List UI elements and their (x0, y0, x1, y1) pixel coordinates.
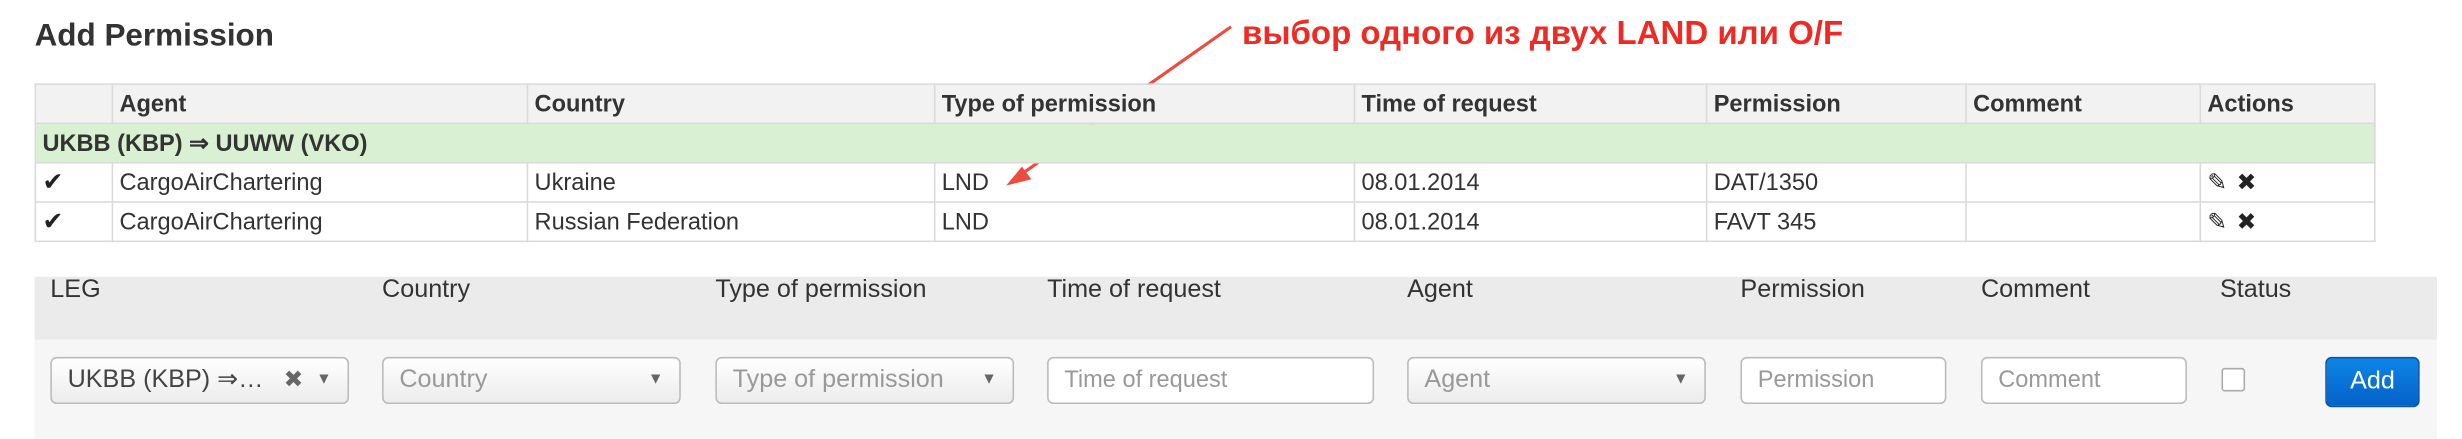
form-header-leg: LEG (50, 276, 101, 304)
table-row: ✔ CargoAirChartering Ukraine LND 08.01.2… (34, 161, 2376, 203)
country-select-placeholder: Country (399, 366, 488, 394)
status-checkbox[interactable] (2221, 367, 2246, 392)
comment-input[interactable]: Comment (1980, 356, 2187, 405)
cell-comment (1965, 161, 2202, 203)
column-header-status (34, 83, 114, 125)
type-select[interactable]: Type of permission ▼ (715, 356, 1015, 405)
page-title: Add Permission (34, 18, 274, 54)
column-header-comment: Comment (1965, 83, 2202, 125)
country-select[interactable]: Country ▼ (382, 356, 681, 405)
permissions-table: Agent Country Type of permission Time of… (34, 83, 2376, 243)
cell-permission: DAT/1350 (1705, 161, 1967, 203)
table-header-row: Agent Country Type of permission Time of… (34, 83, 2376, 125)
form-header-time: Time of request (1047, 276, 1221, 304)
checkmark-icon: ✔ (42, 169, 64, 197)
column-header-actions: Actions (2199, 83, 2376, 125)
cell-country: Ukraine (526, 161, 936, 203)
form-header-type: Type of permission (715, 276, 927, 304)
cell-time: 08.01.2014 (1353, 201, 1708, 243)
cell-actions: ✎ ✖ (2199, 161, 2376, 203)
column-header-agent: Agent (111, 83, 529, 125)
cell-agent: CargoAirChartering (111, 201, 529, 243)
column-header-type: Type of permission (933, 83, 1356, 125)
cell-type: LND (933, 201, 1356, 243)
chevron-down-icon: ▼ (1672, 371, 1689, 389)
column-header-country: Country (526, 83, 936, 125)
checkmark-icon: ✔ (42, 209, 64, 236)
table-row: ✔ CargoAirChartering Russian Federation … (34, 201, 2376, 243)
time-of-request-placeholder: Time of request (1064, 366, 1228, 394)
form-header-country: Country (382, 276, 471, 304)
cell-permission: FAVT 345 (1705, 201, 1967, 243)
cell-comment (1965, 201, 2202, 243)
permission-input[interactable]: Permission (1740, 356, 1947, 405)
column-header-time: Time of request (1353, 83, 1708, 125)
clear-icon[interactable]: ✖ (284, 358, 304, 402)
edit-icon[interactable]: ✎ (2207, 209, 2227, 236)
annotation-note: выбор одного из двух LAND или O/F (1242, 15, 1844, 52)
leg-select[interactable]: UKBB (KBP) ⇒… ✖ ▼ (50, 356, 350, 405)
form-header-agent: Agent (1407, 276, 1473, 304)
cell-actions: ✎ ✖ (2199, 201, 2376, 243)
form-header-comment: Comment (1980, 276, 2091, 304)
agent-select-placeholder: Agent (1424, 366, 1491, 394)
group-row: UKBB (KBP) ⇒ UUWW (VKO) (34, 122, 2376, 164)
edit-icon[interactable]: ✎ (2207, 170, 2227, 197)
group-label: UKBB (KBP) ⇒ UUWW (VKO) (34, 122, 2376, 164)
form-header-permission: Permission (1740, 276, 1865, 304)
cell-time: 08.01.2014 (1353, 161, 1708, 203)
column-header-permission: Permission (1705, 83, 1967, 125)
chevron-down-icon: ▼ (981, 371, 997, 389)
delete-icon[interactable]: ✖ (2237, 170, 2257, 197)
add-button[interactable]: Add (2325, 356, 2420, 408)
delete-icon[interactable]: ✖ (2237, 209, 2257, 236)
form-header-status: Status (2219, 276, 2292, 304)
cell-agent: CargoAirChartering (111, 161, 529, 203)
chevron-down-icon: ▼ (647, 371, 664, 389)
type-select-placeholder: Type of permission (732, 366, 944, 394)
agent-select[interactable]: Agent ▼ (1407, 356, 1706, 405)
cell-country: Russian Federation (526, 201, 936, 243)
chevron-down-icon: ▼ (316, 371, 332, 389)
time-of-request-input[interactable]: Time of request (1047, 356, 1375, 405)
permission-placeholder: Permission (1757, 366, 1875, 394)
comment-placeholder: Comment (1998, 366, 2101, 394)
leg-select-value: UKBB (KBP) ⇒… (67, 366, 264, 394)
cell-type: LND (933, 161, 1356, 203)
